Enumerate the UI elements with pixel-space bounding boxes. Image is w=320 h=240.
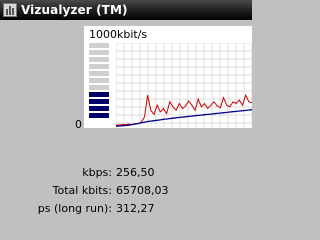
chart-area: 1000kbit/s	[84, 26, 252, 128]
vu-segment	[89, 78, 109, 83]
stat-value: 312,27	[116, 202, 155, 215]
stat-value: 65708,03	[116, 184, 169, 197]
vu-segment	[89, 99, 109, 104]
vu-segment	[89, 64, 109, 69]
chart-scale-label: 1000kbit/s	[89, 28, 148, 41]
vu-segment	[89, 92, 109, 97]
window-title: Vizualyzer (TM)	[21, 3, 128, 17]
title-bar[interactable]: Vizualyzer (TM)	[0, 0, 252, 20]
vu-segment	[89, 57, 109, 62]
main-panel: 1000kbit/s 0 kbps: 256,50 Total kbits: 6…	[0, 20, 252, 230]
stat-label: ps (long run):	[37, 202, 112, 215]
stat-row-long-run: ps (long run): 312,27	[0, 202, 252, 218]
bandwidth-plot	[116, 43, 252, 127]
chart-zero-label: 0	[75, 118, 82, 131]
series-line-average	[116, 109, 252, 127]
stat-row-total-kbits: Total kbits: 65708,03	[0, 184, 252, 200]
vu-segment	[89, 106, 109, 111]
series-line-current	[116, 93, 252, 126]
vu-segment	[89, 85, 109, 90]
vu-meter	[89, 43, 111, 120]
vu-segment	[89, 50, 109, 55]
stat-label: Total kbits:	[52, 184, 112, 197]
stat-label: kbps:	[82, 166, 112, 179]
vu-segment	[89, 71, 109, 76]
vu-segment	[89, 113, 109, 118]
stat-row-kbps: kbps: 256,50	[0, 166, 252, 182]
app-icon[interactable]	[3, 3, 17, 17]
stat-value: 256,50	[116, 166, 155, 179]
vu-segment	[89, 43, 109, 48]
